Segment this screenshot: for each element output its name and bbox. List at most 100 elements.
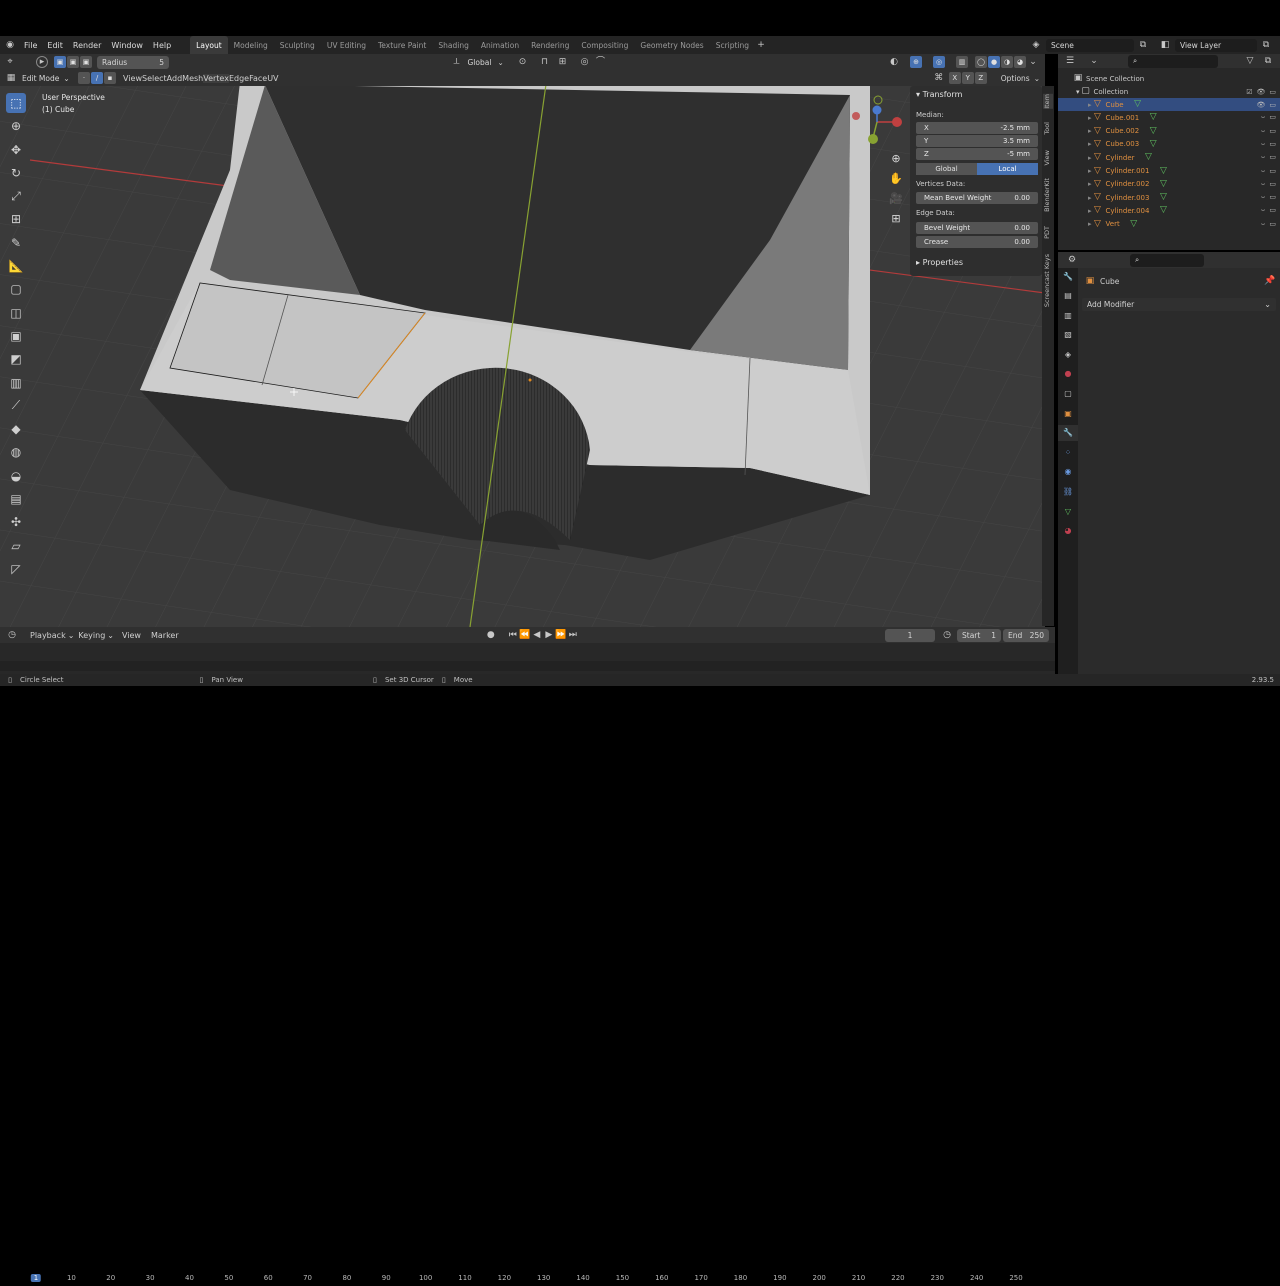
menu-help[interactable]: Help [148,41,176,50]
overlay-toggle-icon[interactable]: ◎ [933,56,945,68]
outliner-item[interactable]: ▸ ▽ Cube.002 ▽ ⌣ ▭ [1058,125,1280,138]
measure-icon[interactable]: 📐 [6,256,26,276]
timeline-ruler[interactable]: 1 10 20 30 40 50 60 70 80 90 100 110 120 130 140 150 160… [0,1270,1055,1286]
checkbox-icon[interactable]: ☑ [1246,88,1252,96]
filter-icon[interactable]: ▽ [1244,55,1256,67]
proportional-edit-icon[interactable]: ◎ [579,56,591,68]
timeline-track[interactable] [0,661,1055,671]
tab-uv-editing[interactable]: UV Editing [321,36,372,54]
gizmo-x-neg[interactable] [852,112,860,120]
camera-icon[interactable]: ▭ [1269,127,1276,136]
shading-solid-icon[interactable]: ● [988,56,1000,68]
local-button[interactable]: Local [977,163,1038,175]
falloff-icon[interactable]: ⌒ [595,56,607,68]
start-frame-field[interactable]: Start 1 [957,628,1001,642]
menu-window[interactable]: Window [106,41,148,50]
new-collection-icon[interactable]: ⧉ [1262,55,1274,67]
outliner-item[interactable]: ▸ ▽ Cube.001 ▽ ⌣ ▭ [1058,111,1280,124]
inset-icon[interactable]: ▣ [6,326,26,346]
menu-uv[interactable]: UV [267,74,278,83]
menu-keying[interactable]: Keying [78,631,105,640]
display-mode-icon[interactable]: ⌄ [1088,55,1100,67]
spin-icon[interactable]: ◍ [6,442,26,462]
scene-selector[interactable]: Scene [1046,38,1134,52]
menu-view[interactable]: View [122,631,141,640]
output-tab-icon[interactable]: ▥ [1058,307,1078,323]
outliner-item[interactable]: ▸ ▽ Cylinder.004 ▽ ⌣ ▭ [1058,204,1280,217]
camera-icon[interactable]: ▭ [1269,206,1276,215]
properties-search-input[interactable]: ⌕ [1130,253,1204,267]
modifier-tab-icon[interactable]: 🔧 [1058,424,1078,441]
median-z-field[interactable]: Z -5 mm [916,148,1038,160]
menu-render[interactable]: Render [68,41,106,50]
tab-tool[interactable]: Tool [1043,122,1053,135]
tab-blenderkit[interactable]: BlenderKit [1043,178,1053,212]
outliner-item[interactable]: ▸ ▽ Cylinder ▽ ⌣ ▭ [1058,151,1280,164]
smooth-icon[interactable]: ◒ [6,466,26,486]
world-tab-icon[interactable]: ● [1058,366,1078,382]
radius-field[interactable]: Radius 5 [97,55,169,69]
tab-animation[interactable]: Animation [475,36,525,54]
new-scene-icon[interactable]: ⧉ [1137,39,1149,51]
tab-view[interactable]: View [1043,150,1053,165]
eye-icon[interactable]: ⌣ [1261,140,1266,149]
menu-playback[interactable]: Playback [30,631,66,640]
zoom-icon[interactable]: ⊕ [888,150,904,166]
camera-icon[interactable]: ▭ [1269,167,1276,176]
transform-orientation-dropdown[interactable]: Global ⌄ [462,55,513,69]
face-select-icon[interactable]: ▪ [104,72,116,84]
menu-edit[interactable]: Edit [42,41,68,50]
menu-edge[interactable]: Edge [229,74,249,83]
camera-icon[interactable]: ▭ [1269,180,1276,189]
select-circle-icon[interactable]: ⬚ [6,93,26,113]
clock-icon[interactable]: ◷ [941,629,953,641]
tab-scripting[interactable]: Scripting [710,36,755,54]
gizmo-y[interactable] [868,134,878,144]
eye-icon[interactable]: ⌣ [1261,113,1266,122]
tab-texture-paint[interactable]: Texture Paint [372,36,432,54]
menu-view[interactable]: View [123,74,142,83]
gizmo-z[interactable] [872,105,882,115]
editor-type-icon[interactable]: ⌖ [4,56,16,68]
editor-type-icon[interactable]: ◷ [6,629,18,641]
eye-icon[interactable]: ⌣ [1261,153,1266,162]
data-tab-icon[interactable]: ▽ [1058,503,1078,519]
current-frame-field[interactable]: 1 [885,628,935,642]
outliner-item[interactable]: ▸ ▽ Cylinder.002 ▽ ⌣ ▭ [1058,178,1280,191]
eye-icon[interactable]: ⌣ [1261,127,1266,136]
jump-prev-key-icon[interactable]: ⏪ [519,629,531,641]
eye-icon[interactable]: 👁 [1256,101,1265,109]
shading-options-icon[interactable]: ⌄ [1027,56,1039,68]
bevel-weight-field[interactable]: Bevel Weight 0.00 [916,222,1038,234]
median-x-field[interactable]: X -2.5 mm [916,122,1038,134]
jump-end-icon[interactable]: ⏭ [567,629,579,641]
eye-icon[interactable]: 👁 [1256,88,1265,96]
shading-wireframe-icon[interactable]: ◯ [975,56,987,68]
editor-type-icon[interactable]: ☰ [1064,55,1076,67]
select-mode-subtract-icon[interactable]: ▣ [80,56,92,68]
rip-icon[interactable]: ◸ [6,559,26,579]
jump-start-icon[interactable]: ⏮ [507,629,519,641]
camera-icon[interactable]: ▭ [1269,88,1276,96]
mirror-y-toggle[interactable]: Y [961,72,974,84]
outliner-scene-collection[interactable]: ▣ Scene Collection [1058,72,1280,85]
shading-material-icon[interactable]: ◑ [1001,56,1013,68]
camera-icon[interactable]: ▭ [1269,113,1276,122]
camera-icon[interactable]: 🎥 [888,190,904,206]
bevel-icon[interactable]: ◩ [6,349,26,369]
gizmo-x[interactable] [892,117,902,127]
tab-sculpting[interactable]: Sculpting [274,36,321,54]
crease-field[interactable]: Crease 0.00 [916,236,1038,248]
global-button[interactable]: Global [916,163,977,175]
view-layer-selector[interactable]: View Layer [1175,38,1257,52]
collection-tab-icon[interactable]: ▢ [1058,386,1078,402]
add-workspace-icon[interactable]: + [755,39,767,51]
select-mode-extend-icon[interactable]: ▣ [67,56,79,68]
new-view-layer-icon[interactable]: ⧉ [1260,39,1272,51]
tab-geometry-nodes[interactable]: Geometry Nodes [634,36,709,54]
outliner-item[interactable]: ▸ ▽ Vert ▽ ⌣ ▭ [1058,218,1280,231]
knife-icon[interactable]: ⟋ [6,396,26,416]
render-tab-icon[interactable]: ▤ [1058,288,1078,304]
mirror-icon[interactable]: ⌘ [933,72,945,84]
pan-hand-icon[interactable]: ✋ [888,170,904,186]
